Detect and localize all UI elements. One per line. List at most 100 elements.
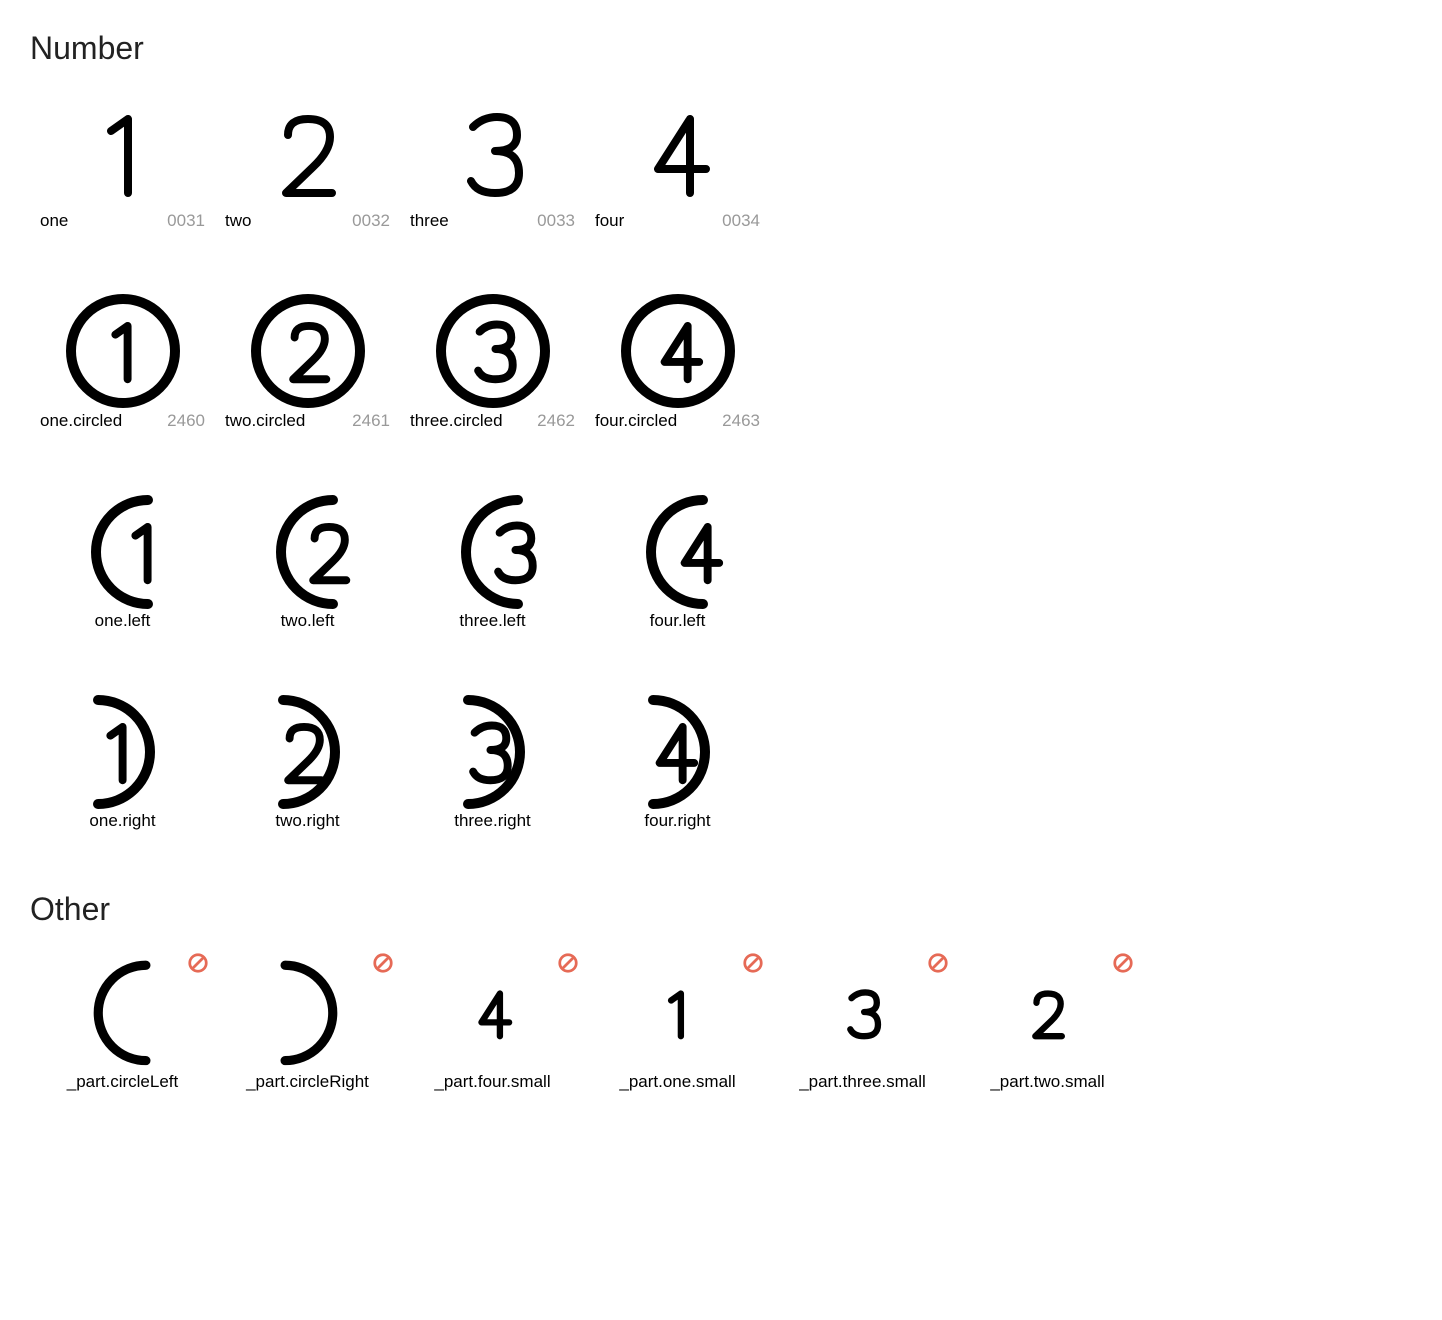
glyph-label-row: three.left (400, 611, 585, 631)
glyph-name: three (410, 211, 449, 231)
glyph-cell[interactable]: _part.two.small (955, 952, 1140, 1092)
glyph-cell[interactable]: four.left (585, 491, 770, 631)
glyph-label-row: one.left (30, 611, 215, 631)
digit-3-icon (400, 91, 585, 211)
glyph-label-row: four 0034 (585, 211, 770, 231)
glyph-cell[interactable]: _part.circleRight (215, 952, 400, 1092)
glyph-name: _part.circleLeft (67, 1072, 179, 1092)
glyph-code: 2463 (722, 411, 760, 431)
glyph-cell[interactable]: _part.four.small (400, 952, 585, 1092)
right-4-icon (585, 691, 770, 811)
right-3-icon (400, 691, 585, 811)
glyph-name: _part.four.small (434, 1072, 550, 1092)
no-export-icon (1112, 952, 1134, 979)
glyph-cell[interactable]: two 0032 (215, 91, 400, 231)
glyph-cell[interactable]: three.circled 2462 (400, 291, 585, 431)
glyph-cell[interactable]: two.left (215, 491, 400, 631)
glyph-label-row: _part.three.small (770, 1072, 955, 1092)
glyph-cell[interactable]: three.right (400, 691, 585, 831)
section-title: Other (30, 891, 1412, 928)
glyph-label-row: two 0032 (215, 211, 400, 231)
glyph-name: one.left (95, 611, 151, 631)
right-1-icon (30, 691, 215, 811)
glyph-cell[interactable]: two.right (215, 691, 400, 831)
glyph-label-row: _part.circleRight (215, 1072, 400, 1092)
glyph-row: _part.circleLeft _part.circleRight _part… (30, 952, 1412, 1112)
glyph-code: 0032 (352, 211, 390, 231)
glyph-name: three.circled (410, 411, 503, 431)
glyph-label-row: three 0033 (400, 211, 585, 231)
glyph-name: one (40, 211, 68, 231)
glyph-row: one.left two.left three.left four.left (30, 491, 1412, 651)
no-export-icon (742, 952, 764, 979)
glyph-label-row: one.circled 2460 (30, 411, 215, 431)
glyph-name: _part.circleRight (246, 1072, 369, 1092)
glyph-name: three.left (459, 611, 525, 631)
circled-4-icon (585, 291, 770, 411)
glyph-name: three.right (454, 811, 531, 831)
glyph-label-row: _part.circleLeft (30, 1072, 215, 1092)
glyph-name: four.left (650, 611, 706, 631)
glyph-cell[interactable]: two.circled 2461 (215, 291, 400, 431)
glyph-cell[interactable]: one.circled 2460 (30, 291, 215, 431)
glyph-name: four (595, 211, 624, 231)
glyph-label-row: one 0031 (30, 211, 215, 231)
glyph-name: _part.one.small (619, 1072, 735, 1092)
glyph-name: one.circled (40, 411, 122, 431)
glyph-cell[interactable]: one 0031 (30, 91, 215, 231)
glyph-label-row: _part.two.small (955, 1072, 1140, 1092)
left-1-icon (30, 491, 215, 611)
circled-2-icon (215, 291, 400, 411)
glyph-label-row: one.right (30, 811, 215, 831)
glyph-name: two.left (281, 611, 335, 631)
left-3-icon (400, 491, 585, 611)
digit-1-icon (30, 91, 215, 211)
glyph-row: one.circled 2460 two.circled 2461 three.ci… (30, 291, 1412, 451)
glyph-cell[interactable]: _part.circleLeft (30, 952, 215, 1092)
glyph-code: 0034 (722, 211, 760, 231)
glyph-label-row: _part.one.small (585, 1072, 770, 1092)
section-title: Number (30, 30, 1412, 67)
glyph-cell[interactable]: three 0033 (400, 91, 585, 231)
glyph-label-row: two.left (215, 611, 400, 631)
glyph-label-row: three.right (400, 811, 585, 831)
right-2-icon (215, 691, 400, 811)
glyph-label-row: four.left (585, 611, 770, 631)
circled-1-icon (30, 291, 215, 411)
glyph-cell[interactable]: three.left (400, 491, 585, 631)
glyph-cell[interactable]: _part.three.small (770, 952, 955, 1092)
digit-2-icon (215, 91, 400, 211)
glyph-cell[interactable]: _part.one.small (585, 952, 770, 1092)
glyph-label-row: two.circled 2461 (215, 411, 400, 431)
no-export-icon (557, 952, 579, 979)
no-export-icon (927, 952, 949, 979)
glyph-cell[interactable]: one.right (30, 691, 215, 831)
glyph-row: one 0031 two 0032 three 0033 four 0034 (30, 91, 1412, 251)
glyph-name: four.right (644, 811, 710, 831)
glyph-code: 2460 (167, 411, 205, 431)
glyph-label-row: three.circled 2462 (400, 411, 585, 431)
glyph-name: four.circled (595, 411, 677, 431)
glyph-label-row: _part.four.small (400, 1072, 585, 1092)
glyph-label-row: two.right (215, 811, 400, 831)
glyph-name: _part.three.small (799, 1072, 926, 1092)
glyph-name: _part.two.small (990, 1072, 1104, 1092)
no-export-icon (187, 952, 209, 979)
glyph-code: 2462 (537, 411, 575, 431)
glyph-code: 0031 (167, 211, 205, 231)
glyph-code: 0033 (537, 211, 575, 231)
left-4-icon (585, 491, 770, 611)
no-export-icon (372, 952, 394, 979)
circled-3-icon (400, 291, 585, 411)
glyph-cell[interactable]: four.circled 2463 (585, 291, 770, 431)
glyph-cell[interactable]: four.right (585, 691, 770, 831)
glyph-name: two.right (275, 811, 339, 831)
left-2-icon (215, 491, 400, 611)
glyph-row: one.right two.right three.right four.rig… (30, 691, 1412, 851)
glyph-cell[interactable]: one.left (30, 491, 215, 631)
glyph-label-row: four.right (585, 811, 770, 831)
glyph-name: two.circled (225, 411, 305, 431)
glyph-code: 2461 (352, 411, 390, 431)
glyph-name: two (225, 211, 251, 231)
glyph-cell[interactable]: four 0034 (585, 91, 770, 231)
